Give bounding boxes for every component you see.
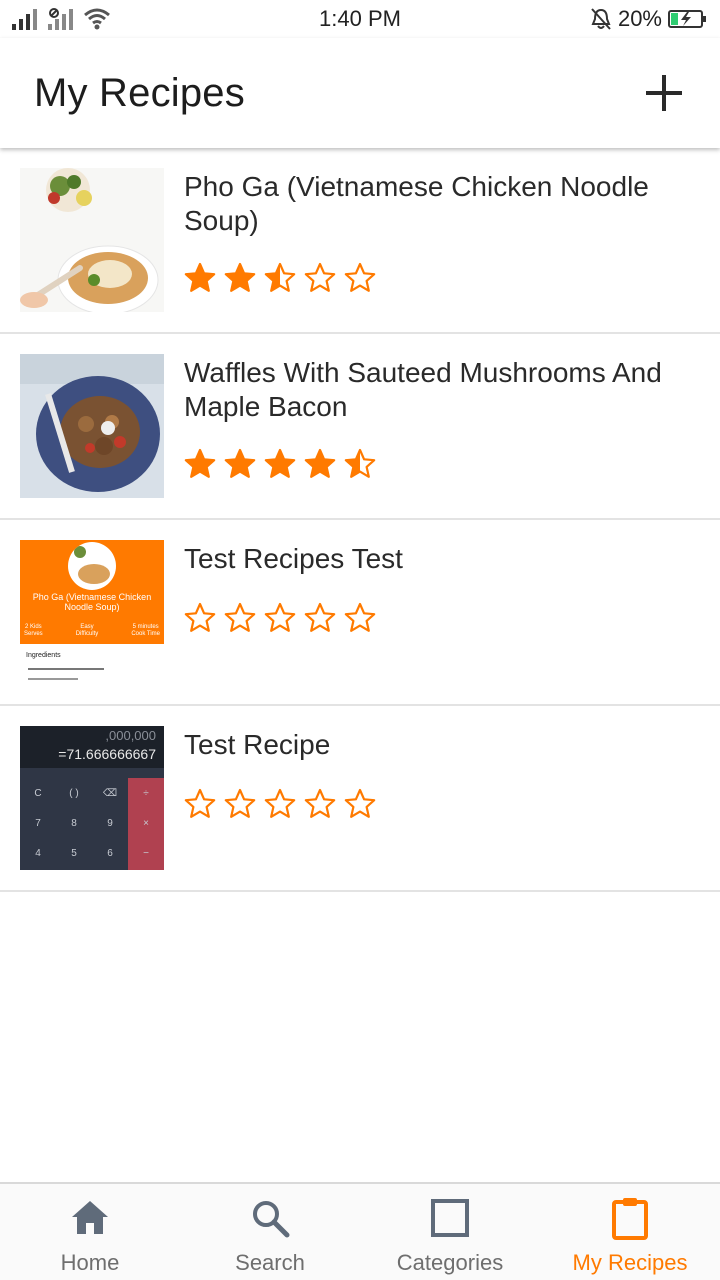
star-empty-icon	[264, 788, 296, 818]
calc-key: ÷	[143, 788, 149, 799]
page-title: My Recipes	[34, 70, 245, 115]
status-left-icons	[12, 8, 110, 30]
add-recipe-button[interactable]	[642, 71, 686, 115]
calc-key: 5	[71, 848, 77, 859]
battery-percent: 20%	[617, 6, 662, 31]
calc-key: ⌫	[102, 788, 118, 799]
recipe-rating	[184, 448, 376, 480]
star-empty-icon	[224, 602, 256, 632]
thumb-calc-line1: ,000,000	[105, 728, 156, 743]
status-bar: 1:40 PM 20%	[0, 0, 720, 38]
notifications-muted-icon	[591, 8, 611, 30]
calc-key: ( )	[69, 788, 79, 799]
nav-item-home[interactable]: Home	[0, 1184, 180, 1280]
recipe-thumbnail-waffles	[20, 354, 164, 498]
calc-key: 8	[71, 818, 77, 829]
signal-icon	[12, 9, 37, 30]
recipe-row[interactable]: Pho Ga (Vietnamese Chicken Noodle Soup) …	[0, 520, 720, 706]
star-empty-icon	[224, 788, 256, 818]
thumb-calc-keys: C ( ) ⌫ ÷ 7 8 9 × 4 5 6 −	[20, 778, 164, 870]
star-empty-icon	[304, 262, 336, 292]
thumb-recipe-title: Pho Ga (Vietnamese Chicken Noodle Soup)	[32, 592, 152, 612]
home-icon	[68, 1196, 112, 1240]
recipe-info: Pho Ga (Vietnamese Chicken Noodle Soup)	[184, 170, 690, 238]
star-half-icon	[264, 262, 296, 292]
star-half-icon	[344, 448, 376, 478]
recipe-thumbnail-screenshot: Pho Ga (Vietnamese Chicken Noodle Soup) …	[20, 540, 164, 684]
calc-key: 6	[107, 848, 113, 859]
wifi-icon	[84, 8, 110, 30]
star-full-icon	[264, 448, 296, 478]
recipe-title: Waffles With Sauteed Mushrooms And Maple…	[184, 357, 662, 422]
calc-key: C	[34, 788, 42, 799]
thumb-calc-line2: =71.666666667	[58, 746, 156, 762]
star-empty-icon	[184, 788, 216, 818]
calc-key: −	[143, 848, 149, 859]
recipe-thumbnail-calculator: ,000,000 =71.666666667 C ( ) ⌫ ÷ 7 8 9 × 4 5 6 −	[20, 726, 164, 870]
nav-item-categories[interactable]: Categories	[360, 1184, 540, 1280]
thumb-ingredient-line	[28, 678, 78, 680]
nav-label-my-recipes: My Recipes	[572, 1250, 688, 1275]
recipe-title: Pho Ga (Vietnamese Chicken Noodle Soup)	[184, 171, 649, 236]
nav-label-home: Home	[60, 1250, 120, 1275]
thumb-circle-image	[68, 542, 116, 590]
nav-label-categories: Categories	[396, 1250, 504, 1275]
calc-key: 4	[35, 848, 41, 859]
star-full-icon	[224, 448, 256, 478]
recipe-row[interactable]: Waffles With Sauteed Mushrooms And Maple…	[0, 334, 720, 520]
plus-icon	[646, 75, 682, 111]
star-empty-icon	[344, 788, 376, 818]
categories-icon	[428, 1196, 472, 1240]
recipe-rating	[184, 262, 376, 294]
recipe-row[interactable]: ,000,000 =71.666666667 C ( ) ⌫ ÷ 7 8 9 × 4 5 6 − Te…	[0, 706, 720, 892]
recipe-row[interactable]: Pho Ga (Vietnamese Chicken Noodle Soup)	[0, 148, 720, 334]
star-empty-icon	[304, 602, 336, 632]
recipe-rating	[184, 602, 376, 634]
status-right-icons: 20%	[590, 6, 708, 32]
app-bar: My Recipes	[0, 38, 720, 148]
star-full-icon	[224, 262, 256, 292]
bottom-navigation: Home Search Categories My Recipes	[0, 1182, 720, 1280]
star-full-icon	[184, 448, 216, 478]
calc-key: ×	[143, 818, 149, 829]
star-empty-icon	[304, 788, 336, 818]
recipe-title: Test Recipe	[184, 729, 331, 760]
star-empty-icon	[264, 602, 296, 632]
search-icon	[248, 1196, 292, 1240]
recipe-title: Test Recipes Test	[184, 543, 403, 574]
star-empty-icon	[344, 602, 376, 632]
nav-item-my-recipes[interactable]: My Recipes	[540, 1184, 720, 1280]
nav-label-search: Search	[235, 1250, 305, 1275]
thumb-meta: 2 Kids Serves Easy Difficulty 5 minutes Coo…	[24, 624, 160, 637]
star-full-icon	[304, 448, 336, 478]
pho-photo	[20, 168, 164, 312]
waffles-photo	[20, 354, 164, 498]
calc-key: 7	[35, 818, 41, 829]
nav-item-search[interactable]: Search	[180, 1184, 360, 1280]
calc-key: 9	[107, 818, 113, 829]
recipe-rating	[184, 788, 376, 820]
recipe-thumbnail-pho	[20, 168, 164, 312]
star-empty-icon	[344, 262, 376, 292]
recipe-info: Test Recipes Test	[184, 542, 690, 576]
recipe-info: Test Recipe	[184, 728, 690, 762]
thumb-ingredients-label: Ingredients	[26, 652, 61, 659]
star-empty-icon	[184, 602, 216, 632]
signal-off-icon	[48, 8, 73, 30]
clipboard-icon	[608, 1196, 652, 1240]
thumb-ingredient-line	[28, 668, 104, 670]
star-full-icon	[184, 262, 216, 292]
recipe-list: Pho Ga (Vietnamese Chicken Noodle Soup) …	[0, 148, 720, 892]
battery-charging-icon	[668, 10, 706, 28]
recipe-info: Waffles With Sauteed Mushrooms And Maple…	[184, 356, 690, 424]
